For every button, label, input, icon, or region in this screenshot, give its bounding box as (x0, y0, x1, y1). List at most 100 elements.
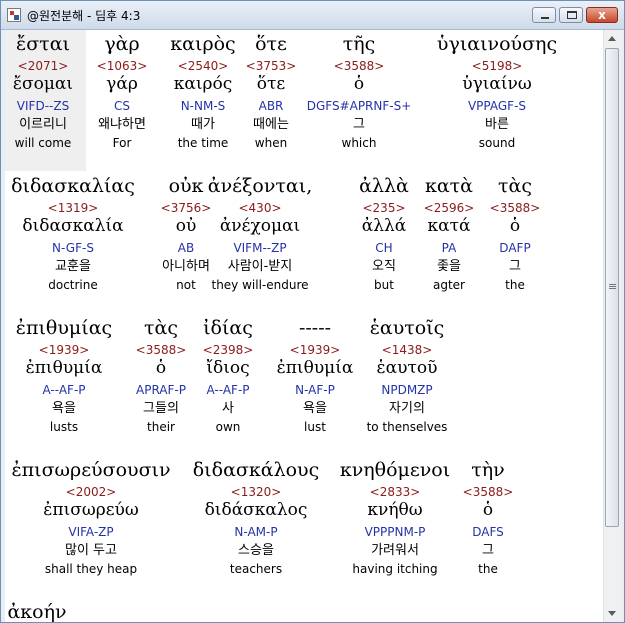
strong-number[interactable]: <2596> (424, 200, 475, 216)
english-gloss: lusts (49, 420, 79, 434)
greek-word[interactable]: διδασκαλίας (11, 174, 135, 198)
english-gloss: the time (177, 136, 229, 150)
korean-gloss: 스승을 (238, 543, 274, 558)
greek-word[interactable]: ἑαυτοῖς (370, 316, 445, 340)
korean-gloss: 사 (222, 401, 234, 416)
english-gloss: but (374, 278, 394, 292)
close-button[interactable]: x (586, 7, 618, 23)
english-gloss: the (505, 278, 525, 292)
korean-gloss: 그 (509, 259, 521, 274)
maximize-button[interactable] (559, 7, 583, 23)
lexical-form: διδάσκαλος (204, 500, 308, 520)
strong-number[interactable]: <3588> (463, 484, 514, 500)
scroll-up-button[interactable] (604, 30, 621, 47)
greek-word[interactable]: ἔσται (16, 32, 70, 56)
lexical-form: καιρός (173, 74, 233, 94)
strong-number[interactable]: <2540> (178, 58, 229, 74)
korean-gloss: 바른 (485, 117, 509, 132)
lexical-form: οὐ (175, 216, 197, 236)
parsing-code: N-AF-P (295, 383, 335, 397)
english-gloss: lust (304, 420, 326, 434)
lexical-form: διδασκαλία (22, 216, 124, 236)
parsing-code: N-NM-S (180, 99, 226, 113)
strong-number[interactable]: <3588> (490, 200, 541, 216)
interlinear-text-area[interactable]: ἔσται <2071> ἔσομαι VIFD--ZS 이르리니 will come γὰ… (5, 30, 603, 622)
greek-word[interactable]: κνηθόμενοι (340, 458, 450, 482)
strong-number[interactable]: <2071> (18, 58, 69, 74)
strong-number[interactable]: <2002> (66, 484, 117, 500)
strong-number[interactable]: <3753> (246, 58, 297, 74)
strong-number[interactable]: <430> (238, 200, 281, 216)
parsing-code: VIFA-ZP (68, 525, 114, 539)
english-gloss: agter (433, 278, 465, 292)
strong-number[interactable]: <1438> (382, 342, 433, 358)
minimize-button[interactable] (532, 7, 556, 23)
english-gloss: not (176, 278, 196, 292)
strong-number[interactable]: <235> (362, 200, 405, 216)
title-bar[interactable]: @원전분해 - 딤후 4:3 x (1, 1, 624, 30)
parsing-code: VIFM--ZP (233, 241, 287, 255)
lexical-form: ὅτε (256, 74, 286, 94)
greek-word[interactable]: οὐκ (169, 174, 204, 198)
strong-number[interactable]: <1320> (231, 484, 282, 500)
close-icon: x (598, 8, 606, 22)
greek-word[interactable]: τὰς (144, 316, 178, 340)
main-window: @원전분해 - 딤후 4:3 x ἔσται <2071> ἔσομαι VIFD--… (0, 0, 625, 623)
lexical-form: ἀνέχομαι (219, 216, 301, 236)
korean-gloss: 욕을 (52, 401, 76, 416)
korean-gloss: 교훈을 (55, 259, 91, 274)
greek-word[interactable]: γὰρ (104, 32, 139, 56)
greek-word[interactable]: καιρὸς (170, 32, 235, 56)
greek-word[interactable]: τῆς (343, 32, 376, 56)
english-gloss: when (254, 136, 288, 150)
parsing-code: ABR (258, 99, 284, 113)
lexical-form: ὑγιαίνω (462, 74, 532, 94)
scroll-thumb[interactable] (605, 48, 619, 527)
korean-gloss: 이르리니 (19, 117, 67, 132)
korean-gloss: 사람이-받지 (227, 259, 293, 274)
greek-word[interactable]: τὴν (471, 458, 504, 482)
english-gloss: which (341, 136, 377, 150)
korean-gloss: 때가 (191, 117, 215, 132)
vertical-scrollbar[interactable] (603, 30, 621, 622)
greek-word[interactable]: κατὰ (425, 174, 473, 198)
strong-number[interactable]: <5198> (472, 58, 523, 74)
lexical-form: ἐπιθυμία (276, 358, 354, 378)
greek-word[interactable]: ἰδίας (203, 316, 253, 340)
english-gloss: sound (478, 136, 516, 150)
english-gloss: teachers (229, 562, 283, 576)
strong-number[interactable]: <1939> (39, 342, 90, 358)
strong-number[interactable]: <1063> (97, 58, 148, 74)
english-gloss: they will-endure (211, 278, 309, 292)
scroll-down-button[interactable] (604, 605, 621, 622)
parsing-code: CH (375, 241, 393, 255)
korean-gloss: 그 (353, 117, 365, 132)
greek-word[interactable]: ----- (299, 316, 331, 340)
lexical-form: ἀλλά (361, 216, 407, 236)
greek-word[interactable]: διδασκάλους (193, 458, 320, 482)
greek-word[interactable]: ὅτε (255, 32, 287, 56)
strong-number[interactable]: <2833> (370, 484, 421, 500)
app-icon[interactable] (7, 8, 21, 22)
strong-number[interactable]: <1939> (290, 342, 341, 358)
korean-gloss: 오직 (372, 259, 396, 274)
greek-word[interactable]: ἐπιθυμίας (16, 316, 112, 340)
greek-word[interactable]: τὰς (498, 174, 532, 198)
greek-word[interactable]: ὑγιαινούσης (437, 32, 557, 56)
greek-word[interactable]: ἀνέξονται, (208, 174, 313, 198)
greek-word[interactable]: ἐπισωρεύσουσιν (11, 458, 170, 482)
strong-number[interactable]: <2398> (203, 342, 254, 358)
strong-number[interactable]: <3588> (136, 342, 187, 358)
lexical-form: κνήθω (367, 500, 423, 520)
strong-number[interactable]: <1319> (48, 200, 99, 216)
greek-word[interactable]: ἀλλὰ (359, 174, 409, 198)
strong-number[interactable]: <3588> (334, 58, 385, 74)
parsing-code: CS (114, 99, 130, 113)
parsing-code: DAFP (499, 241, 531, 255)
lexical-form: κατά (427, 216, 471, 236)
greek-word[interactable]: ἀκοήν (7, 600, 66, 622)
strong-number[interactable]: <3756> (161, 200, 212, 216)
parsing-code: PA (441, 241, 457, 255)
korean-gloss: 그 (482, 543, 494, 558)
lexical-form: γάρ (106, 74, 138, 94)
